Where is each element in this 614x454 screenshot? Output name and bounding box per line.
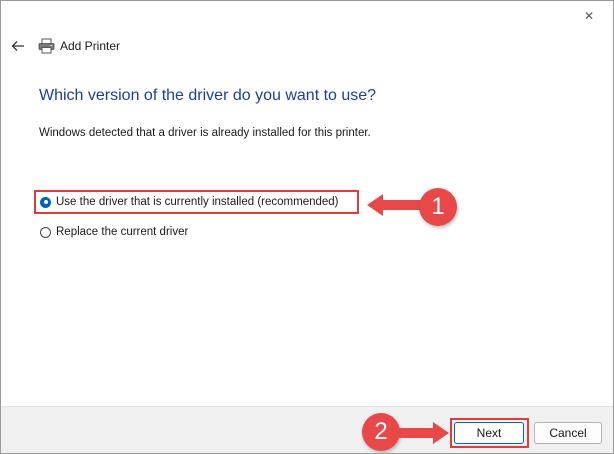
arrow-left-icon [11,41,24,51]
annotation-arrow-2 [395,422,449,444]
window-title: Add Printer [60,39,121,53]
cancel-button[interactable]: Cancel [534,422,602,444]
add-printer-window: ✕ Add Printer Which version of the drive… [0,0,614,454]
back-button[interactable] [9,37,27,55]
close-icon: ✕ [583,9,595,23]
highlight-box-next [450,418,529,448]
radio-button-unselected[interactable] [40,226,51,238]
page-heading: Which version of the driver do you want … [39,87,377,104]
step-badge-1: 1 [419,188,457,226]
annotation-arrow-1 [367,194,423,216]
radio-replace-driver[interactable]: Replace the current driver [40,226,188,238]
page-description: Windows detected that a driver is alread… [39,127,371,139]
printer-icon [38,38,55,54]
close-button[interactable]: ✕ [575,5,603,27]
radio-label: Replace the current driver [56,226,189,238]
highlight-box-option [34,190,359,214]
